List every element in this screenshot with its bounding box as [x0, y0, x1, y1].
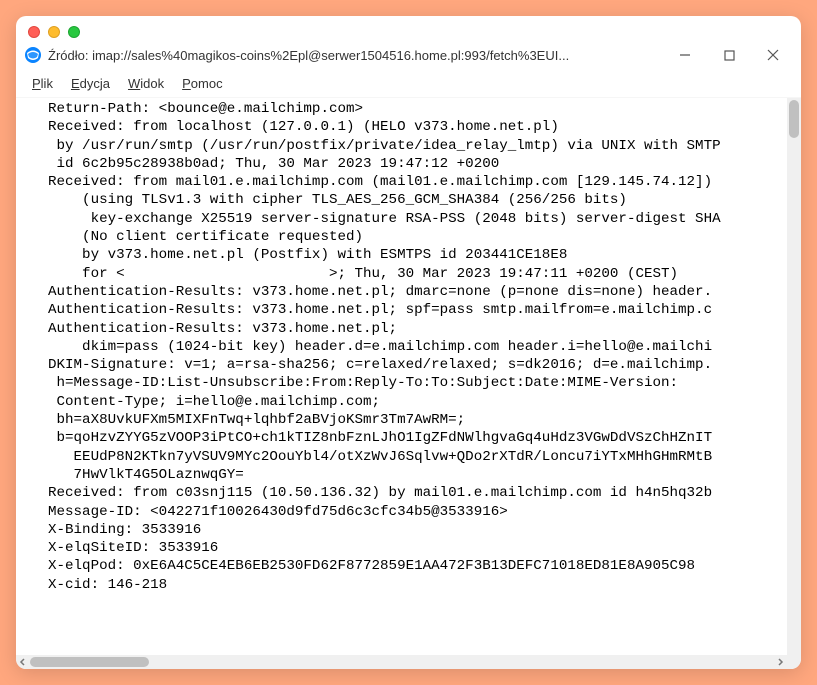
vertical-scrollbar[interactable]	[787, 98, 801, 655]
scroll-left-arrow-icon[interactable]	[16, 655, 30, 669]
thunderbird-icon	[24, 46, 42, 64]
horizontal-scroll-track[interactable]	[30, 655, 773, 669]
vertical-scroll-thumb[interactable]	[789, 100, 799, 138]
zoom-window-dot[interactable]	[68, 26, 80, 38]
menu-file[interactable]: Plik	[32, 76, 53, 91]
minimize-window-dot[interactable]	[48, 26, 60, 38]
maximize-icon[interactable]	[721, 47, 737, 63]
menu-edit[interactable]: Edycja	[71, 76, 110, 91]
menu-view[interactable]: Widok	[128, 76, 164, 91]
titlebar: Źródło: imap://sales%40magikos-coins%2Ep…	[16, 42, 801, 70]
scrollbar-corner	[787, 655, 801, 669]
mac-traffic-lights	[16, 16, 801, 42]
horizontal-scrollbar[interactable]	[16, 655, 787, 669]
source-text: Return-Path: <bounce@e.mailchimp.com> Re…	[48, 100, 787, 594]
content-area: Return-Path: <bounce@e.mailchimp.com> Re…	[16, 98, 801, 669]
close-window-dot[interactable]	[28, 26, 40, 38]
minimize-icon[interactable]	[677, 47, 693, 63]
window-controls-right	[677, 47, 793, 63]
horizontal-scroll-thumb[interactable]	[30, 657, 149, 667]
menubar: Plik Edycja Widok Pomoc	[16, 70, 801, 98]
close-icon[interactable]	[765, 47, 781, 63]
scroll-right-arrow-icon[interactable]	[773, 655, 787, 669]
menu-help[interactable]: Pomoc	[182, 76, 222, 91]
source-viewport[interactable]: Return-Path: <bounce@e.mailchimp.com> Re…	[16, 98, 787, 655]
window-title: Źródło: imap://sales%40magikos-coins%2Ep…	[48, 48, 671, 63]
window-frame: Źródło: imap://sales%40magikos-coins%2Ep…	[16, 16, 801, 669]
